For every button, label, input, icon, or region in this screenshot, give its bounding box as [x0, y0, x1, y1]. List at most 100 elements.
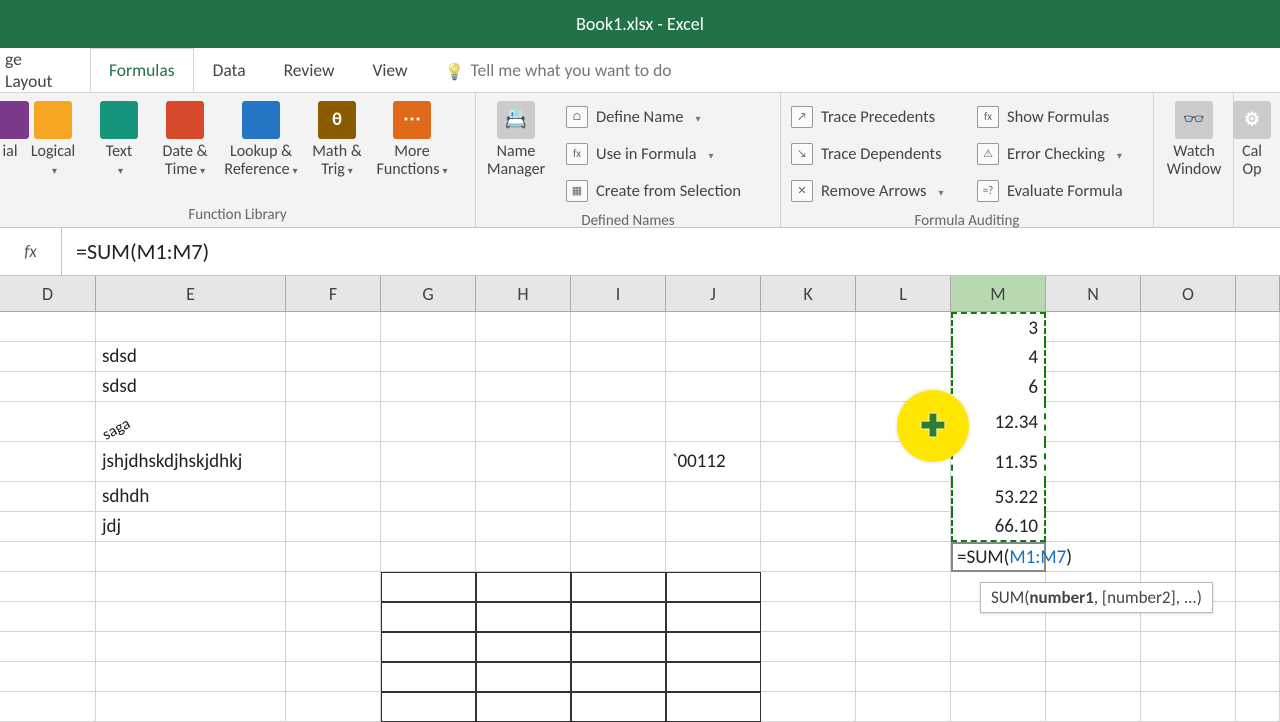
- cell[interactable]: [1141, 692, 1236, 722]
- cell[interactable]: [571, 512, 666, 542]
- tab-review[interactable]: Review: [265, 48, 354, 92]
- cell[interactable]: [476, 482, 571, 512]
- cell[interactable]: [1141, 442, 1236, 482]
- cell[interactable]: [0, 692, 96, 722]
- cell[interactable]: [666, 662, 761, 692]
- cell[interactable]: [571, 572, 666, 602]
- cell[interactable]: [0, 482, 96, 512]
- define-name-button[interactable]: ⌂Define Name: [566, 100, 770, 133]
- cell[interactable]: [286, 572, 381, 602]
- cell-E3[interactable]: sdsd: [96, 372, 286, 402]
- watch-window-button[interactable]: 👓 Watch Window: [1154, 98, 1234, 178]
- cell[interactable]: [381, 572, 476, 602]
- cell[interactable]: [761, 442, 856, 482]
- cell[interactable]: [476, 602, 571, 632]
- cell[interactable]: [0, 572, 96, 602]
- cell[interactable]: [1141, 512, 1236, 542]
- cell[interactable]: [286, 312, 381, 342]
- cell[interactable]: [286, 662, 381, 692]
- cell[interactable]: [381, 542, 476, 572]
- create-from-selection-button[interactable]: ▦Create from Selection: [566, 174, 770, 207]
- cell[interactable]: [666, 692, 761, 722]
- cell[interactable]: [476, 632, 571, 662]
- cell[interactable]: [381, 662, 476, 692]
- tab-page-layout[interactable]: ge Layout: [0, 48, 90, 92]
- cell[interactable]: [96, 692, 286, 722]
- cell[interactable]: [666, 542, 761, 572]
- col-header-E[interactable]: E: [96, 276, 286, 311]
- cell[interactable]: [856, 662, 951, 692]
- cell[interactable]: [286, 372, 381, 402]
- cell[interactable]: [476, 402, 571, 442]
- cell-M2[interactable]: 4: [951, 342, 1046, 372]
- cell-J5[interactable]: `00112: [666, 442, 761, 482]
- cell[interactable]: [1046, 442, 1141, 482]
- cell[interactable]: [951, 632, 1046, 662]
- cell[interactable]: [1046, 662, 1141, 692]
- cell[interactable]: [0, 632, 96, 662]
- cell[interactable]: [571, 402, 666, 442]
- insert-function-button[interactable]: fx: [0, 228, 62, 275]
- cell[interactable]: [571, 662, 666, 692]
- cell[interactable]: [0, 312, 96, 342]
- financial-button-clipped[interactable]: ial: [0, 98, 20, 203]
- cell[interactable]: [1046, 542, 1141, 572]
- name-manager-button[interactable]: 📇 Name Manager: [476, 98, 556, 209]
- trace-precedents-button[interactable]: ↗Trace Precedents: [791, 100, 957, 133]
- remove-arrows-button[interactable]: ✕Remove Arrows: [791, 174, 957, 207]
- show-formulas-button[interactable]: fxShow Formulas: [977, 100, 1143, 133]
- cell[interactable]: [666, 572, 761, 602]
- cell[interactable]: [1141, 402, 1236, 442]
- col-header-O[interactable]: O: [1141, 276, 1236, 311]
- cell[interactable]: [951, 662, 1046, 692]
- cell[interactable]: [286, 632, 381, 662]
- cell[interactable]: [381, 312, 476, 342]
- tab-data[interactable]: Data: [194, 48, 265, 92]
- cell[interactable]: [476, 372, 571, 402]
- cell[interactable]: [96, 542, 286, 572]
- text-button[interactable]: Text: [86, 98, 152, 203]
- cell[interactable]: [761, 402, 856, 442]
- cell-E7[interactable]: jdj: [96, 512, 286, 542]
- cell[interactable]: [571, 542, 666, 572]
- cell[interactable]: [856, 602, 951, 632]
- cell[interactable]: [666, 632, 761, 662]
- col-header-G[interactable]: G: [381, 276, 476, 311]
- trace-dependents-button[interactable]: ↘Trace Dependents: [791, 137, 957, 170]
- cell-M1[interactable]: 3: [951, 312, 1046, 342]
- cell[interactable]: [286, 542, 381, 572]
- cell[interactable]: [666, 512, 761, 542]
- col-header-L[interactable]: L: [856, 276, 951, 311]
- cell[interactable]: [1046, 692, 1141, 722]
- cell[interactable]: [476, 572, 571, 602]
- cell[interactable]: [476, 512, 571, 542]
- math-trig-button[interactable]: θ Math & Trig: [304, 98, 370, 203]
- cell[interactable]: [0, 372, 96, 402]
- cell[interactable]: [856, 482, 951, 512]
- cell-M3[interactable]: 6: [951, 372, 1046, 402]
- cell[interactable]: [1141, 662, 1236, 692]
- cell[interactable]: [381, 372, 476, 402]
- cell[interactable]: [381, 602, 476, 632]
- col-header-F[interactable]: F: [286, 276, 381, 311]
- formula-input[interactable]: [62, 238, 1280, 265]
- tab-view[interactable]: View: [353, 48, 426, 92]
- cell[interactable]: [666, 312, 761, 342]
- cell[interactable]: [761, 342, 856, 372]
- cell[interactable]: [96, 602, 286, 632]
- cell[interactable]: [96, 632, 286, 662]
- cell[interactable]: [666, 372, 761, 402]
- cell[interactable]: [381, 512, 476, 542]
- cell-E2[interactable]: sdsd: [96, 342, 286, 372]
- cell[interactable]: [0, 402, 96, 442]
- col-header-J[interactable]: J: [666, 276, 761, 311]
- cell-E5[interactable]: jshjdhskdjhskjdhkj: [96, 442, 286, 482]
- cell-M6[interactable]: 53.22: [951, 482, 1046, 512]
- cell[interactable]: [571, 692, 666, 722]
- cell[interactable]: [856, 342, 951, 372]
- cell[interactable]: [761, 542, 856, 572]
- cell[interactable]: [476, 662, 571, 692]
- cell[interactable]: [571, 372, 666, 402]
- cell[interactable]: [761, 662, 856, 692]
- col-header-M[interactable]: M: [951, 276, 1046, 311]
